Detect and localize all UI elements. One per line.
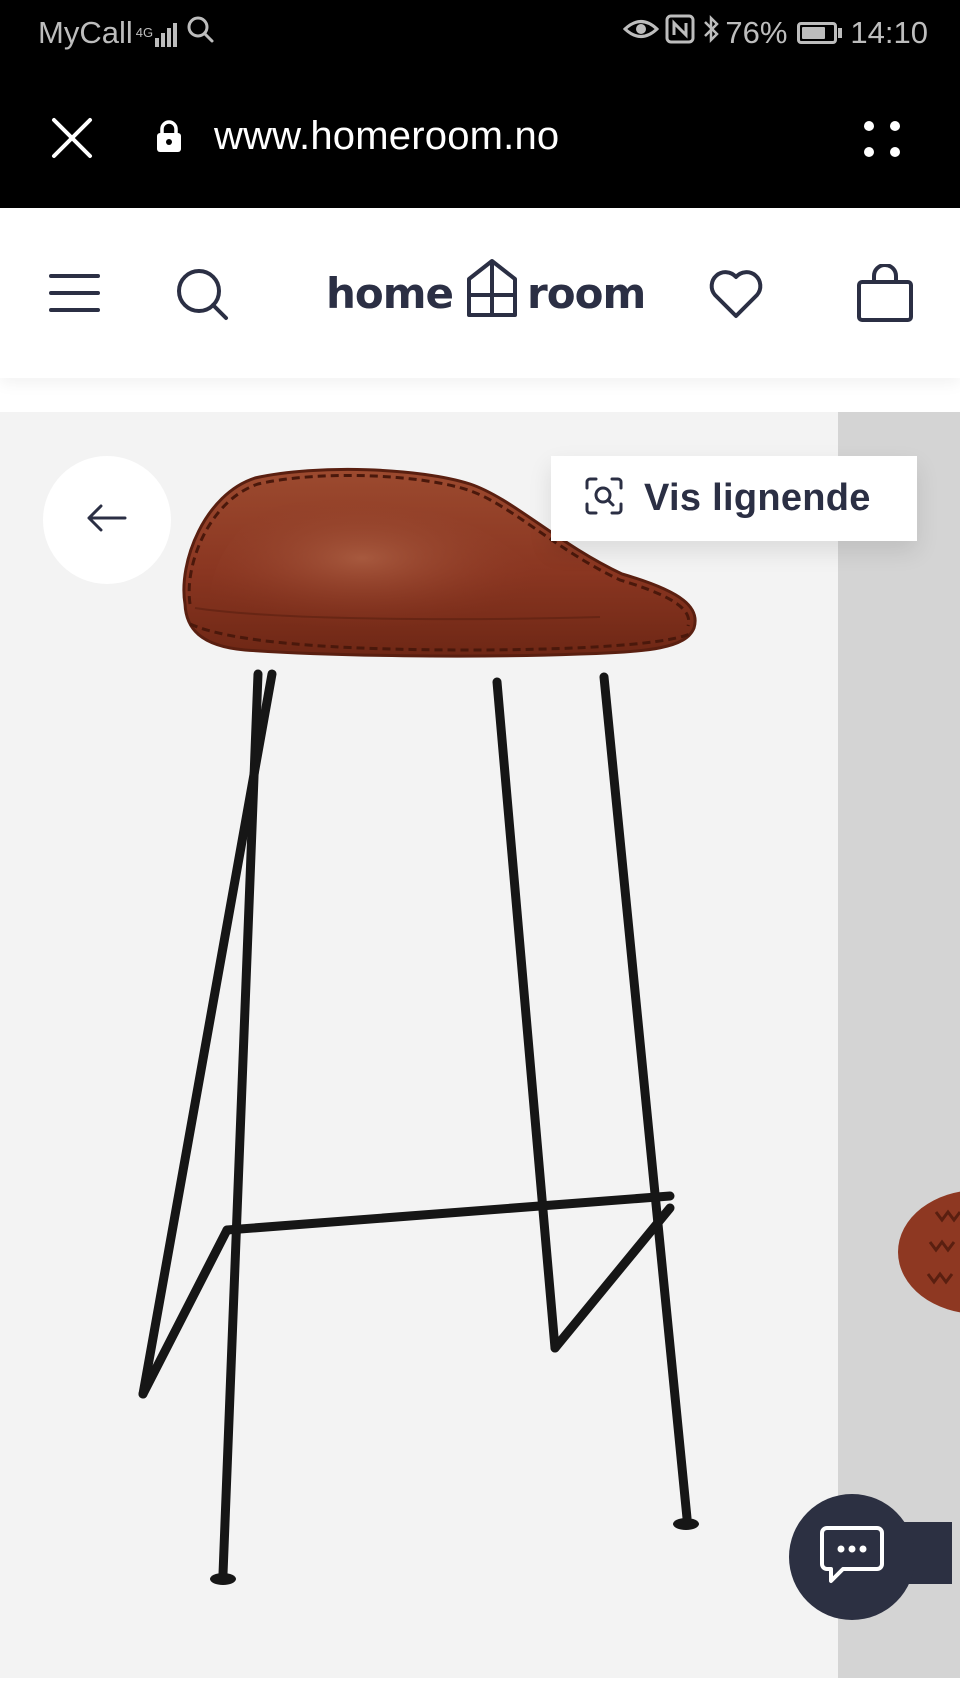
back-button[interactable] bbox=[43, 456, 171, 584]
battery-icon bbox=[797, 22, 838, 44]
signal-icon bbox=[155, 19, 179, 47]
product-gallery[interactable]: Vis lignende bbox=[0, 412, 960, 1678]
hamburger-menu-icon[interactable] bbox=[46, 264, 106, 324]
battery-tip bbox=[838, 28, 843, 38]
page-bottom bbox=[0, 1678, 960, 1707]
search-status-icon bbox=[185, 14, 215, 52]
battery-fill bbox=[802, 27, 826, 39]
search-icon[interactable] bbox=[172, 264, 232, 324]
carrier-name: MyCall bbox=[38, 15, 133, 50]
arrow-left-icon bbox=[85, 502, 129, 539]
next-slide-preview[interactable] bbox=[838, 412, 960, 1678]
url-field[interactable]: www.homeroom.no bbox=[214, 114, 559, 159]
close-icon[interactable] bbox=[44, 110, 100, 166]
homeroom-logo[interactable]: home room bbox=[326, 257, 646, 329]
shopping-bag-icon[interactable] bbox=[856, 263, 916, 324]
bluetooth-icon bbox=[701, 14, 721, 52]
logo-text-right: room bbox=[527, 268, 646, 318]
logo-house-icon bbox=[465, 257, 519, 329]
status-right: 76% 14:10 bbox=[617, 14, 928, 52]
show-similar-label: Vis lignende bbox=[644, 477, 871, 519]
battery-percent: 76% bbox=[725, 15, 788, 50]
product-image[interactable] bbox=[0, 412, 840, 1678]
heart-icon[interactable] bbox=[706, 264, 766, 324]
network-type: 4G bbox=[135, 25, 154, 40]
chat-bubble-icon bbox=[819, 1524, 885, 1591]
clock: 14:10 bbox=[850, 15, 928, 50]
show-similar-button[interactable]: Vis lignende bbox=[551, 456, 917, 541]
status-bar: MyCall 4G 76% 14:10 bbox=[0, 0, 960, 66]
lock-icon bbox=[155, 118, 183, 159]
eye-comfort-icon bbox=[623, 14, 660, 52]
more-dots-icon[interactable] bbox=[860, 114, 910, 164]
chat-button[interactable] bbox=[789, 1494, 915, 1620]
visual-search-icon bbox=[584, 476, 624, 521]
logo-text-left: home bbox=[326, 268, 454, 318]
nfc-icon bbox=[665, 14, 695, 52]
status-left: MyCall 4G bbox=[38, 14, 215, 52]
browser-toolbar: www.homeroom.no bbox=[0, 66, 960, 208]
site-header: home room bbox=[0, 208, 960, 378]
